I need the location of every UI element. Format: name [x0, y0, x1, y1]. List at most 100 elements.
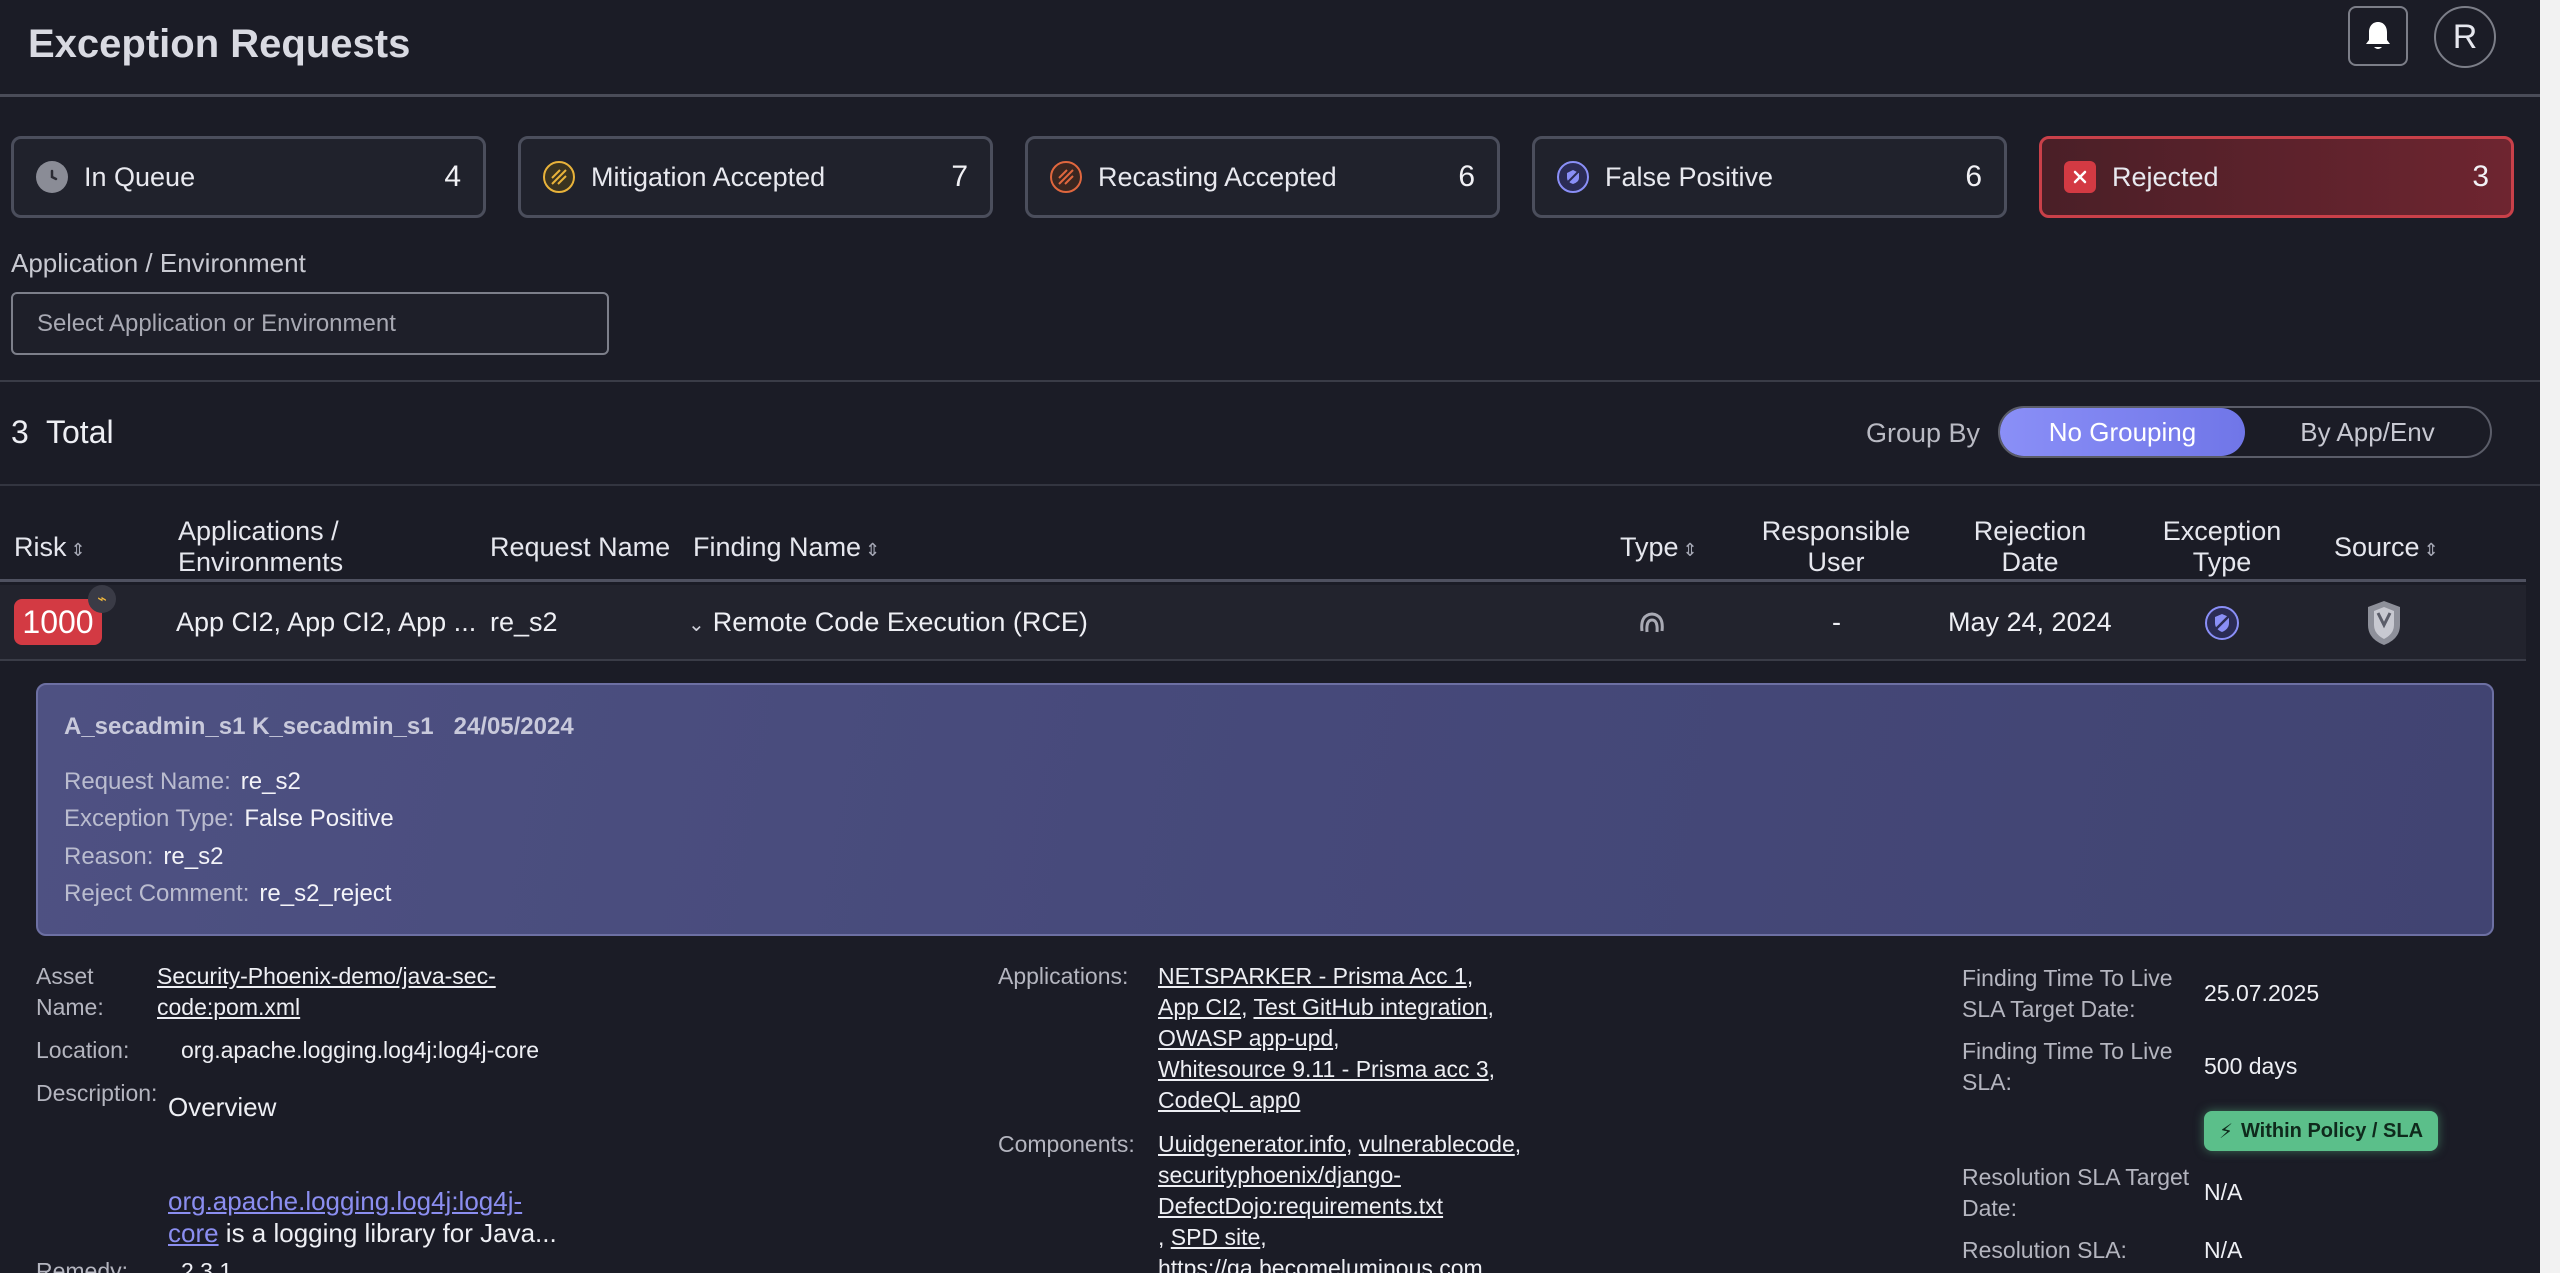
- no-grouping-option[interactable]: No Grouping: [2000, 408, 2245, 456]
- group-by-toggle: No Grouping By App/Env: [1998, 406, 2492, 458]
- status-label: False Positive: [1605, 161, 1774, 192]
- cell-rejection-date: May 24, 2024: [1948, 607, 2112, 637]
- component-link[interactable]: SPD site: [1171, 1224, 1260, 1250]
- app-env-select[interactable]: [11, 292, 609, 355]
- table-row[interactable]: 1000 ⌁ App CI2, App CI2, App ... re_s2 ⌄…: [0, 585, 2526, 661]
- application-link[interactable]: App CI2: [1158, 994, 1241, 1020]
- filter-label: Application / Environment: [11, 248, 306, 278]
- trend-icon: ⌁: [88, 585, 116, 613]
- shield-source-icon: [2366, 599, 2402, 654]
- status-cards: In Queue 4 Mitigation Accepted 7 Recasti…: [11, 136, 2515, 218]
- status-card-mitigation-accepted[interactable]: Mitigation Accepted 7: [518, 136, 993, 218]
- notifications-button[interactable]: [2348, 6, 2408, 66]
- col-finding-name[interactable]: Finding Name ⇕: [693, 532, 880, 566]
- col-request-name: Request Name: [490, 532, 671, 562]
- status-count: 6: [1458, 160, 1475, 193]
- component-link[interactable]: https://qa.becomeluminous.com: [1158, 1255, 1483, 1273]
- col-exception-type: Exception Type: [2162, 516, 2282, 577]
- application-link[interactable]: CodeQL app0: [1158, 1087, 1300, 1113]
- status-label: Recasting Accepted: [1098, 161, 1337, 192]
- status-count: 6: [1965, 160, 1982, 193]
- component-link[interactable]: securityphoenix/django-: [1158, 1162, 1401, 1188]
- mitigation-icon: [543, 161, 575, 193]
- detail-reject-comment: Reject Comment: re_s2_reject: [64, 880, 392, 907]
- group-by-label: Group By: [1866, 418, 1981, 448]
- ttl-sla-value: 500 days: [2204, 1053, 2298, 1079]
- applications-label: Applications:: [998, 963, 1129, 989]
- resolution-target-value: N/A: [2204, 1179, 2243, 1205]
- status-count: 4: [444, 160, 461, 193]
- status-count: 7: [951, 160, 968, 193]
- page-title: Exception Requests: [28, 22, 411, 66]
- divider: [0, 380, 2540, 382]
- status-count: 3: [2472, 160, 2489, 193]
- components-list: Uuidgenerator.info, vulnerablecode, secu…: [1158, 1129, 1578, 1273]
- detail-exception-type: Exception Type: False Positive: [64, 805, 394, 832]
- risk-value: 1000: [22, 603, 94, 640]
- sort-icon: ⇕: [865, 540, 881, 560]
- resolution-sla-value: N/A: [2204, 1237, 2243, 1263]
- description-link[interactable]: core: [168, 1218, 219, 1248]
- resolution-sla-label: Resolution SLA:: [1962, 1237, 2127, 1263]
- ttl-target-label: Finding Time To Live SLA Target Date:: [1962, 965, 2173, 1022]
- location-label: Location:: [36, 1037, 130, 1063]
- component-link[interactable]: Uuidgenerator.info: [1158, 1131, 1346, 1157]
- application-link[interactable]: NETSPARKER - Prisma Acc 1: [1158, 963, 1467, 989]
- description-link[interactable]: org.apache.logging.log4j:log4j-: [168, 1186, 522, 1216]
- asset-name-link[interactable]: Security-Phoenix-demo/java-sec-code:pom.…: [157, 961, 496, 1023]
- comment-date: 24/05/2024: [453, 713, 574, 740]
- status-card-recasting-accepted[interactable]: Recasting Accepted 6: [1025, 136, 1500, 218]
- false-positive-icon: [1557, 161, 1589, 193]
- status-card-false-positive[interactable]: False Positive 6: [1532, 136, 2007, 218]
- header: Exception Requests R: [0, 0, 2540, 97]
- remedy-label: Remedy:: [36, 1258, 129, 1273]
- application-link[interactable]: Test GitHub integration: [1253, 994, 1487, 1020]
- comment-header: A_secadmin_s1 K_secadmin_s1 24/05/2024: [64, 713, 574, 741]
- application-link[interactable]: OWASP app-upd: [1158, 1025, 1333, 1051]
- remedy-value: 2.3.1: [181, 1258, 233, 1273]
- avatar[interactable]: R: [2434, 6, 2496, 68]
- fingerprint-icon: [1634, 605, 1670, 648]
- clock-icon: [36, 161, 68, 193]
- finding-name: Remote Code Execution (RCE): [712, 607, 1088, 637]
- status-card-rejected[interactable]: Rejected 3: [2039, 136, 2514, 218]
- col-applications: Applications / Environments: [178, 516, 344, 577]
- cell-applications: App CI2, App CI2, App ...: [176, 607, 477, 637]
- divider: [0, 484, 2540, 486]
- detail-reason: Reason: re_s2: [64, 843, 224, 870]
- col-label: Risk: [14, 532, 67, 562]
- total-count: 3 Total: [11, 414, 114, 451]
- col-label: Type: [1620, 532, 1679, 562]
- col-label: Finding Name: [693, 532, 862, 562]
- col-responsible-user: Responsible User: [1761, 516, 1911, 577]
- col-rejection-date: Rejection Date: [1973, 516, 2087, 577]
- application-link[interactable]: Whitesource 9.11 - Prisma acc 3: [1158, 1056, 1489, 1082]
- ttl-sla-label: Finding Time To Live SLA:: [1962, 1038, 2173, 1095]
- recasting-icon: [1050, 161, 1082, 193]
- sort-icon: ⇕: [2423, 540, 2439, 560]
- asset-name-label: Asset Name:: [36, 963, 104, 1020]
- component-link[interactable]: DefectDojo:requirements.txt: [1158, 1193, 1443, 1219]
- chevron-down-icon[interactable]: ⌄: [688, 614, 705, 636]
- col-label: Source: [2334, 532, 2420, 562]
- col-risk[interactable]: Risk ⇕: [14, 532, 86, 566]
- component-link[interactable]: vulnerablecode: [1359, 1131, 1515, 1157]
- bell-icon: [2366, 22, 2390, 49]
- cell-request-name: re_s2: [490, 607, 558, 637]
- status-label: Rejected: [2112, 161, 2219, 192]
- false-positive-icon: [2204, 605, 2240, 648]
- components-label: Components:: [998, 1131, 1135, 1157]
- risk-badge: 1000: [14, 599, 102, 645]
- sort-icon: ⇕: [70, 540, 86, 560]
- col-type[interactable]: Type ⇕: [1620, 532, 1698, 566]
- status-card-in-queue[interactable]: In Queue 4: [11, 136, 486, 218]
- resolution-target-label: Resolution SLA Target Date:: [1962, 1164, 2190, 1221]
- status-label: In Queue: [84, 161, 196, 192]
- applications-list: NETSPARKER - Prisma Acc 1, App CI2, Test…: [1158, 963, 1496, 1113]
- cell-responsible-user: -: [1832, 607, 1841, 637]
- cell-finding-name[interactable]: ⌄ Remote Code Execution (RCE): [688, 607, 1088, 638]
- page-scrollbar[interactable]: [2540, 0, 2560, 1273]
- by-app-env-option[interactable]: By App/Env: [2245, 408, 2490, 456]
- lightning-icon: ⚡: [2218, 1120, 2233, 1143]
- col-source[interactable]: Source ⇕: [2334, 532, 2439, 566]
